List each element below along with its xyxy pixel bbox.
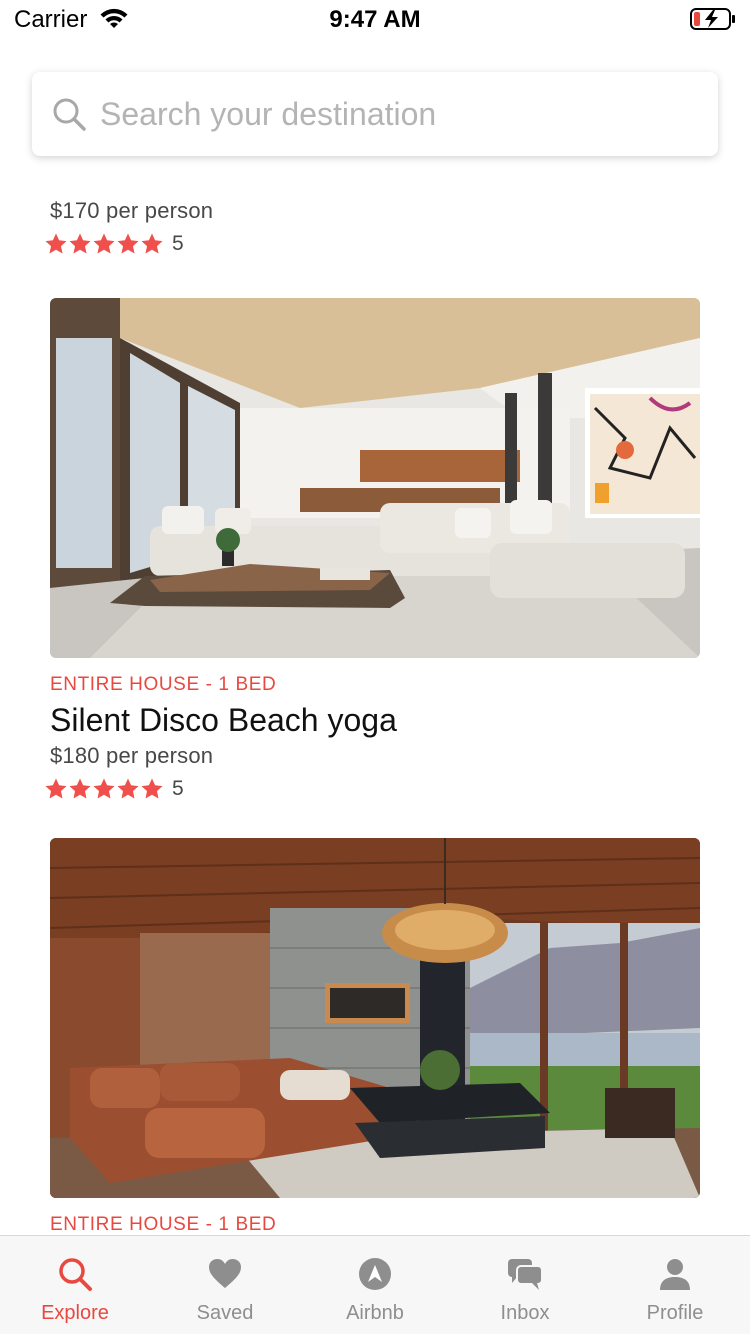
airbnb-icon [359,1258,391,1290]
search-icon [53,98,86,131]
listing-type: ENTIRE HOUSE - 1 BED [50,1214,277,1235]
tab-explore[interactable]: Explore [0,1236,150,1334]
listing-rating: 5 [44,777,700,801]
tab-label: Saved [196,1302,254,1324]
star-icon [141,233,163,254]
listing-rating: 5 [44,232,213,256]
battery-charging-icon [690,8,735,30]
star-icon [69,778,91,799]
rating-count: 5 [172,777,184,800]
star-icon [93,233,115,254]
star-icon [69,233,91,254]
listing-price: $180 per person [50,743,214,768]
listing-price: $170 per person [50,198,214,223]
star-rating [44,232,164,256]
chat-icon [508,1259,543,1290]
tab-label: Profile [646,1302,704,1324]
star-icon [117,233,139,254]
tab-bar: Explore Saved Airbnb Inbox Profile [0,1235,750,1334]
user-icon [660,1259,690,1290]
tab-label: Airbnb [346,1302,404,1324]
living-room-photo [50,298,700,658]
listing-photo[interactable] [50,838,700,1198]
star-icon [45,233,67,254]
tab-inbox[interactable]: Inbox [450,1236,600,1334]
listing-photo[interactable] [50,298,700,658]
listing-item[interactable]: ENTIRE HOUSE - 1 BED [50,838,700,1236]
listing-type: ENTIRE HOUSE - 1 BED [50,674,277,695]
tab-airbnb[interactable]: Airbnb [300,1236,450,1334]
clock: 9:47 AM [329,6,421,33]
search-icon [59,1258,92,1291]
search-input[interactable] [100,95,690,133]
search-bar[interactable] [32,72,718,156]
listing-item[interactable]: ENTIRE HOUSE - 1 BED Silent Disco Beach … [45,298,700,801]
tab-label: Inbox [500,1302,550,1324]
star-rating [44,777,164,801]
listing-item[interactable]: $170 per person 5 [45,198,214,256]
lake-house-photo [50,838,700,1198]
star-icon [141,778,163,799]
rating-count: 5 [172,232,184,255]
tab-saved[interactable]: Saved [150,1236,300,1334]
heart-icon [209,1259,241,1288]
tab-label: Explore [41,1302,109,1324]
star-icon [117,778,139,799]
listing-title[interactable]: Silent Disco Beach yoga [50,702,700,739]
tab-profile[interactable]: Profile [600,1236,750,1334]
star-icon [93,778,115,799]
star-icon [45,778,67,799]
status-bar: Carrier 9:47 AM [0,0,750,40]
